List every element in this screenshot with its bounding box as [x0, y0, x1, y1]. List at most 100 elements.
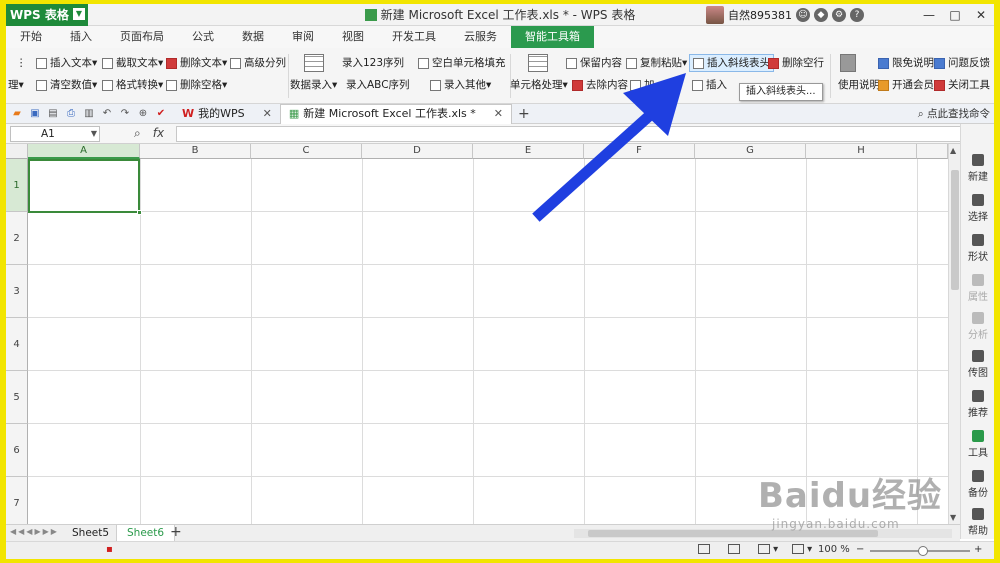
- search-icon[interactable]: ⌕: [134, 126, 141, 140]
- free-trial-info-button[interactable]: 限免说明: [878, 54, 934, 72]
- zoom-slider[interactable]: [870, 546, 970, 556]
- normal-view-icon[interactable]: [698, 544, 710, 555]
- scroll-down-icon[interactable]: ▼: [950, 513, 956, 522]
- zoom-icon[interactable]: ⊕: [136, 107, 150, 121]
- enter-abc-sequence-button[interactable]: 录入ABC序列: [346, 76, 410, 94]
- fx-button[interactable]: fx: [153, 126, 164, 140]
- tab-page-layout[interactable]: 页面布局: [106, 26, 178, 48]
- keep-content-button[interactable]: 保留内容: [566, 54, 622, 72]
- settings-icon[interactable]: ⚙: [832, 8, 846, 22]
- tab-cloud[interactable]: 云服务: [450, 26, 511, 48]
- tab-data[interactable]: 数据: [228, 26, 278, 48]
- tab-insert[interactable]: 插入: [56, 26, 106, 48]
- pane-help[interactable]: 帮助: [961, 508, 994, 537]
- sheet-tab-active[interactable]: Sheet6: [116, 525, 176, 542]
- column-header[interactable]: [917, 144, 948, 159]
- fill-handle[interactable]: [137, 210, 142, 215]
- shield-icon[interactable]: ◆: [814, 8, 828, 22]
- delete-spaces-button[interactable]: 删除空格 ▾: [166, 76, 227, 94]
- vertical-scrollbar[interactable]: ▲ ▼: [948, 144, 960, 524]
- column-header[interactable]: A: [28, 144, 140, 159]
- save-icon[interactable]: ▣: [28, 107, 42, 121]
- close-button[interactable]: ✕: [968, 4, 994, 26]
- pane-select[interactable]: 选择: [961, 194, 994, 223]
- command-search[interactable]: ⌕ 点此查找命令: [918, 104, 990, 124]
- fill-blank-cells-button[interactable]: 空白单元格填充: [418, 54, 506, 72]
- clear-values-button[interactable]: 清空数值 ▾: [36, 76, 97, 94]
- page-break-view-icon[interactable]: [728, 544, 740, 555]
- column-header[interactable]: E: [473, 144, 584, 159]
- chevron-down-icon[interactable]: ▼: [91, 127, 97, 141]
- tab-review[interactable]: 审阅: [278, 26, 328, 48]
- usage-guide-button[interactable]: 使用说明: [838, 76, 880, 94]
- zoom-in-button[interactable]: +: [974, 544, 982, 555]
- zoom-out-button[interactable]: −: [856, 544, 864, 555]
- pane-send-image[interactable]: 传图: [961, 350, 994, 379]
- active-cell[interactable]: [28, 159, 142, 215]
- checkmark-icon[interactable]: ✔: [154, 107, 168, 121]
- scroll-thumb[interactable]: [588, 530, 878, 537]
- format-convert-button[interactable]: 格式转换 ▾: [102, 76, 163, 94]
- tab-smart-toolbox[interactable]: 智能工具箱: [511, 26, 594, 48]
- row-header[interactable]: 5: [6, 371, 28, 424]
- export-pdf-icon[interactable]: ▤: [46, 107, 60, 121]
- close-icon[interactable]: ✕: [263, 104, 272, 124]
- enter-other-button[interactable]: 录入其他 ▾: [430, 76, 491, 94]
- row-header[interactable]: 7: [6, 477, 28, 524]
- organize-button[interactable]: 理 ▾: [8, 76, 24, 94]
- column-header[interactable]: G: [695, 144, 806, 159]
- preview-icon[interactable]: ▥: [82, 107, 96, 121]
- zoom-slider-knob[interactable]: [918, 546, 928, 556]
- tab-view[interactable]: 视图: [328, 26, 378, 48]
- tab-formulas[interactable]: 公式: [178, 26, 228, 48]
- sheet-nav-icons[interactable]: ◀◀◀▶▶▶: [10, 527, 59, 536]
- tab-current-workbook[interactable]: ▦ 新建 Microsoft Excel 工作表.xls * ✕: [279, 103, 512, 124]
- insert-button[interactable]: 插入: [692, 76, 727, 94]
- column-header[interactable]: H: [806, 144, 917, 159]
- insert-diagonal-header-button[interactable]: 插入斜线表头: [689, 54, 774, 72]
- row-header[interactable]: 1: [6, 159, 28, 212]
- scroll-up-icon[interactable]: ▲: [950, 146, 956, 155]
- tab-my-wps[interactable]: W 我的WPS ✕: [174, 104, 280, 124]
- pane-backup[interactable]: 备份: [961, 470, 994, 499]
- pane-recommend[interactable]: 推荐: [961, 390, 994, 419]
- scroll-thumb[interactable]: [951, 170, 959, 290]
- name-box[interactable]: A1 ▼: [10, 126, 100, 142]
- new-tab-button[interactable]: +: [518, 106, 530, 122]
- redo-icon[interactable]: ↷: [118, 107, 132, 121]
- pane-tools[interactable]: 工具: [961, 430, 994, 459]
- skin-icon[interactable]: ☺: [796, 8, 810, 22]
- column-header[interactable]: C: [251, 144, 362, 159]
- zoom-level[interactable]: 100 %: [818, 544, 850, 555]
- copy-paste-button[interactable]: 复制粘贴 ▾: [626, 54, 687, 72]
- print-icon[interactable]: ⎙: [64, 107, 78, 121]
- open-membership-button[interactable]: 开通会员: [878, 76, 934, 94]
- column-header[interactable]: D: [362, 144, 473, 159]
- tab-developer[interactable]: 开发工具: [378, 26, 450, 48]
- reading-mode-icon[interactable]: ▾: [792, 544, 812, 555]
- row-header[interactable]: 2: [6, 212, 28, 265]
- add-button[interactable]: 加: [630, 76, 655, 94]
- user-name[interactable]: 自然895381: [728, 7, 792, 23]
- minimize-button[interactable]: —: [916, 4, 942, 26]
- insert-text-button[interactable]: 插入文本 ▾: [36, 54, 97, 72]
- page-layout-view-icon[interactable]: ▾: [758, 544, 778, 555]
- extract-text-button[interactable]: 截取文本 ▾: [102, 54, 163, 72]
- feedback-button[interactable]: 问题反馈: [934, 54, 990, 72]
- row-header[interactable]: 6: [6, 424, 28, 477]
- tab-start[interactable]: 开始: [6, 26, 56, 48]
- row-header[interactable]: 3: [6, 265, 28, 318]
- column-header[interactable]: B: [140, 144, 251, 159]
- delete-text-button[interactable]: 删除文本 ▾: [166, 54, 227, 72]
- avatar[interactable]: [706, 6, 724, 24]
- undo-icon[interactable]: ↶: [100, 107, 114, 121]
- folder-icon[interactable]: ▰: [10, 107, 24, 121]
- pane-shapes[interactable]: 形状: [961, 234, 994, 263]
- pane-new[interactable]: 新建: [961, 154, 994, 183]
- enter-123-sequence-button[interactable]: 录入123序列: [342, 54, 404, 72]
- select-all-corner[interactable]: [6, 144, 28, 159]
- ribbon-scroll-left[interactable]: ⋮: [16, 54, 27, 72]
- close-icon[interactable]: ✕: [494, 104, 503, 124]
- row-header[interactable]: 4: [6, 318, 28, 371]
- sheet-tab[interactable]: Sheet5: [62, 525, 119, 542]
